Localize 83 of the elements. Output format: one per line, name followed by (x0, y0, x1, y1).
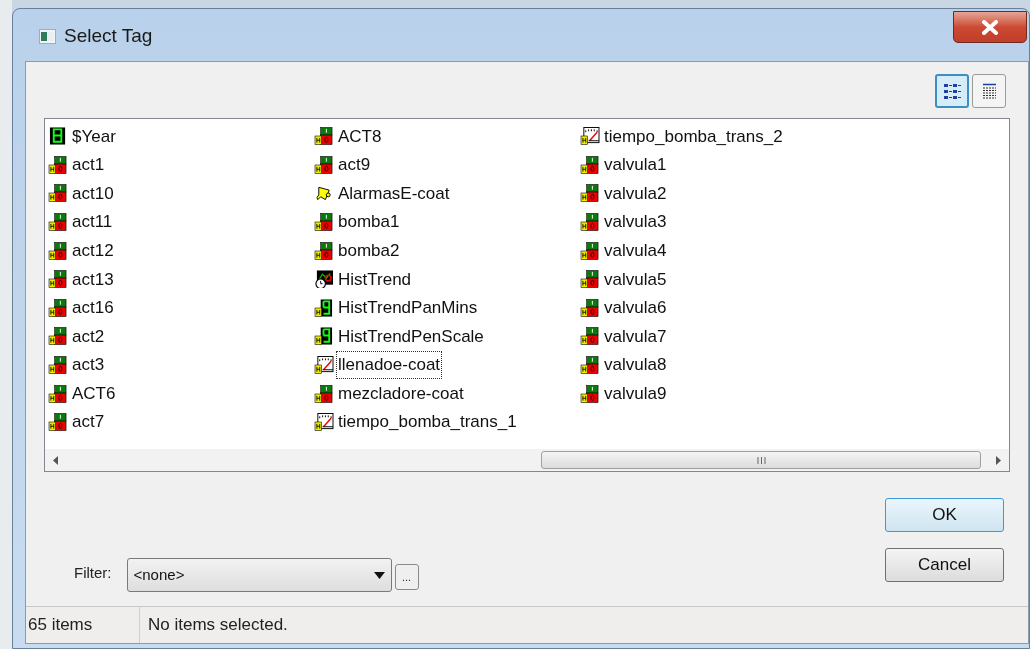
tag-item[interactable]: llenadoe-coat (337, 352, 442, 378)
tag-item[interactable]: $Year (71, 123, 117, 150)
switch-block-icon (580, 298, 600, 317)
tag-item[interactable]: AlarmasE-coat (337, 180, 451, 207)
switch-block-icon (48, 356, 68, 375)
status-message: No items selected. (147, 614, 288, 637)
close-icon (981, 19, 999, 35)
tag-item[interactable]: act1 (71, 152, 106, 178)
ok-button[interactable]: OK (885, 498, 1004, 532)
tag-item[interactable]: valvula2 (603, 180, 668, 207)
tag-item[interactable]: act10 (71, 180, 115, 207)
tag-item[interactable]: mezcladore-coat (337, 380, 465, 407)
switch-block-icon (580, 241, 600, 260)
tag-item[interactable]: valvula5 (603, 266, 668, 292)
tag-item[interactable]: valvula1 (603, 152, 668, 178)
grip-icon (756, 456, 766, 464)
meter-icon (314, 413, 334, 432)
tag-item[interactable]: valvula9 (603, 380, 668, 407)
tag-item[interactable]: act7 (71, 409, 106, 435)
tag-item[interactable]: act16 (71, 295, 115, 321)
switch-block-icon (580, 270, 600, 289)
tag-item[interactable]: act12 (71, 237, 115, 264)
tag-item[interactable]: ACT8 (337, 123, 383, 150)
meter-icon (314, 356, 334, 375)
tag-item[interactable]: tiempo_bomba_trans_1 (337, 409, 518, 435)
tag-item[interactable]: act2 (71, 323, 106, 350)
close-button[interactable] (953, 11, 1027, 43)
switch-block-icon (580, 155, 600, 174)
digit-display-icon (314, 298, 334, 317)
tag-item[interactable]: ACT6 (71, 380, 117, 407)
switch-block-icon (314, 384, 334, 403)
tag-item[interactable]: valvula6 (603, 295, 668, 321)
switch-block-icon (48, 298, 68, 317)
switch-block-icon (48, 413, 68, 432)
item-count: 65 items (26, 607, 140, 643)
tag-item[interactable]: valvula3 (603, 209, 668, 235)
tag-item[interactable]: valvula4 (603, 237, 668, 264)
tag-item[interactable]: act11 (71, 209, 114, 235)
filter-dropdown[interactable]: <none> (126, 558, 392, 592)
switch-block-icon (580, 384, 600, 403)
tag-item[interactable]: HistTrendPenScale (337, 323, 485, 350)
tag-item[interactable]: bomba1 (337, 209, 401, 235)
switch-block-icon (48, 241, 68, 260)
switch-block-icon (314, 213, 334, 232)
cancel-button[interactable]: Cancel (885, 548, 1004, 582)
trend-clock-icon (314, 270, 334, 289)
digit-display-icon (314, 327, 334, 346)
switch-block-icon (580, 184, 600, 203)
tag-item[interactable]: valvula7 (603, 323, 668, 350)
view-button[interactable] (972, 74, 1006, 108)
browse-button[interactable]: ... (394, 564, 419, 590)
window-icon (39, 28, 56, 44)
switch-block-icon (48, 184, 68, 203)
filter-label: Filter: (74, 562, 112, 583)
bell-icon (314, 184, 334, 203)
digit-display-icon (48, 127, 68, 146)
switch-block-icon (48, 327, 68, 346)
switch-block-icon (580, 356, 600, 375)
switch-block-icon (314, 241, 334, 260)
switch-block-icon (580, 213, 600, 232)
tag-item[interactable]: valvula8 (603, 352, 668, 378)
scrollbar-thumb[interactable] (541, 451, 981, 469)
tag-item[interactable]: HistTrend (337, 266, 413, 292)
switch-block-icon (314, 155, 334, 174)
tag-item[interactable]: act13 (71, 266, 115, 292)
tag-item[interactable]: HistTrendPanMins (337, 295, 479, 321)
switch-block-icon (48, 213, 68, 232)
horizontal-scrollbar[interactable] (45, 449, 1009, 471)
dropdown-arrow-icon (373, 571, 385, 579)
scroll-left-icon[interactable] (53, 455, 59, 465)
switch-block-icon (48, 384, 68, 403)
tag-item[interactable]: tiempo_bomba_trans_2 (603, 123, 784, 150)
switch-block-icon (314, 127, 334, 146)
scroll-right-icon[interactable] (995, 455, 1001, 465)
switch-block-icon (48, 155, 68, 174)
tag-item[interactable]: act3 (71, 352, 106, 378)
switch-block-icon (580, 327, 600, 346)
tag-item[interactable]: bomba2 (337, 237, 401, 264)
tag-item[interactable]: act9 (337, 152, 372, 178)
view-button[interactable] (935, 74, 969, 108)
window-title: Select Tag (64, 24, 153, 48)
meter-icon (580, 127, 600, 146)
switch-block-icon (48, 270, 68, 289)
